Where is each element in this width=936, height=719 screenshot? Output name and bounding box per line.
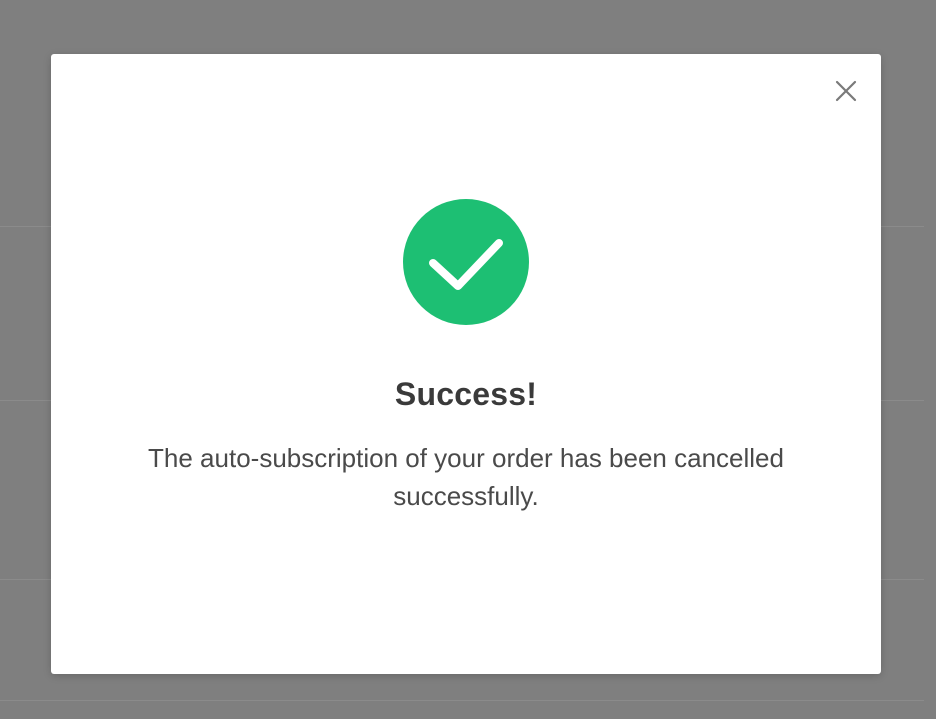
dialog-title: Success!	[394, 376, 538, 412]
success-badge	[403, 199, 529, 325]
dialog-message: The auto-subscription of your order has …	[148, 443, 784, 511]
check-icon	[429, 239, 503, 290]
backdrop-divider	[0, 700, 924, 701]
success-dialog: Success! The auto-subscription of your o…	[51, 54, 881, 674]
close-icon	[835, 80, 857, 102]
close-button[interactable]	[831, 76, 861, 106]
